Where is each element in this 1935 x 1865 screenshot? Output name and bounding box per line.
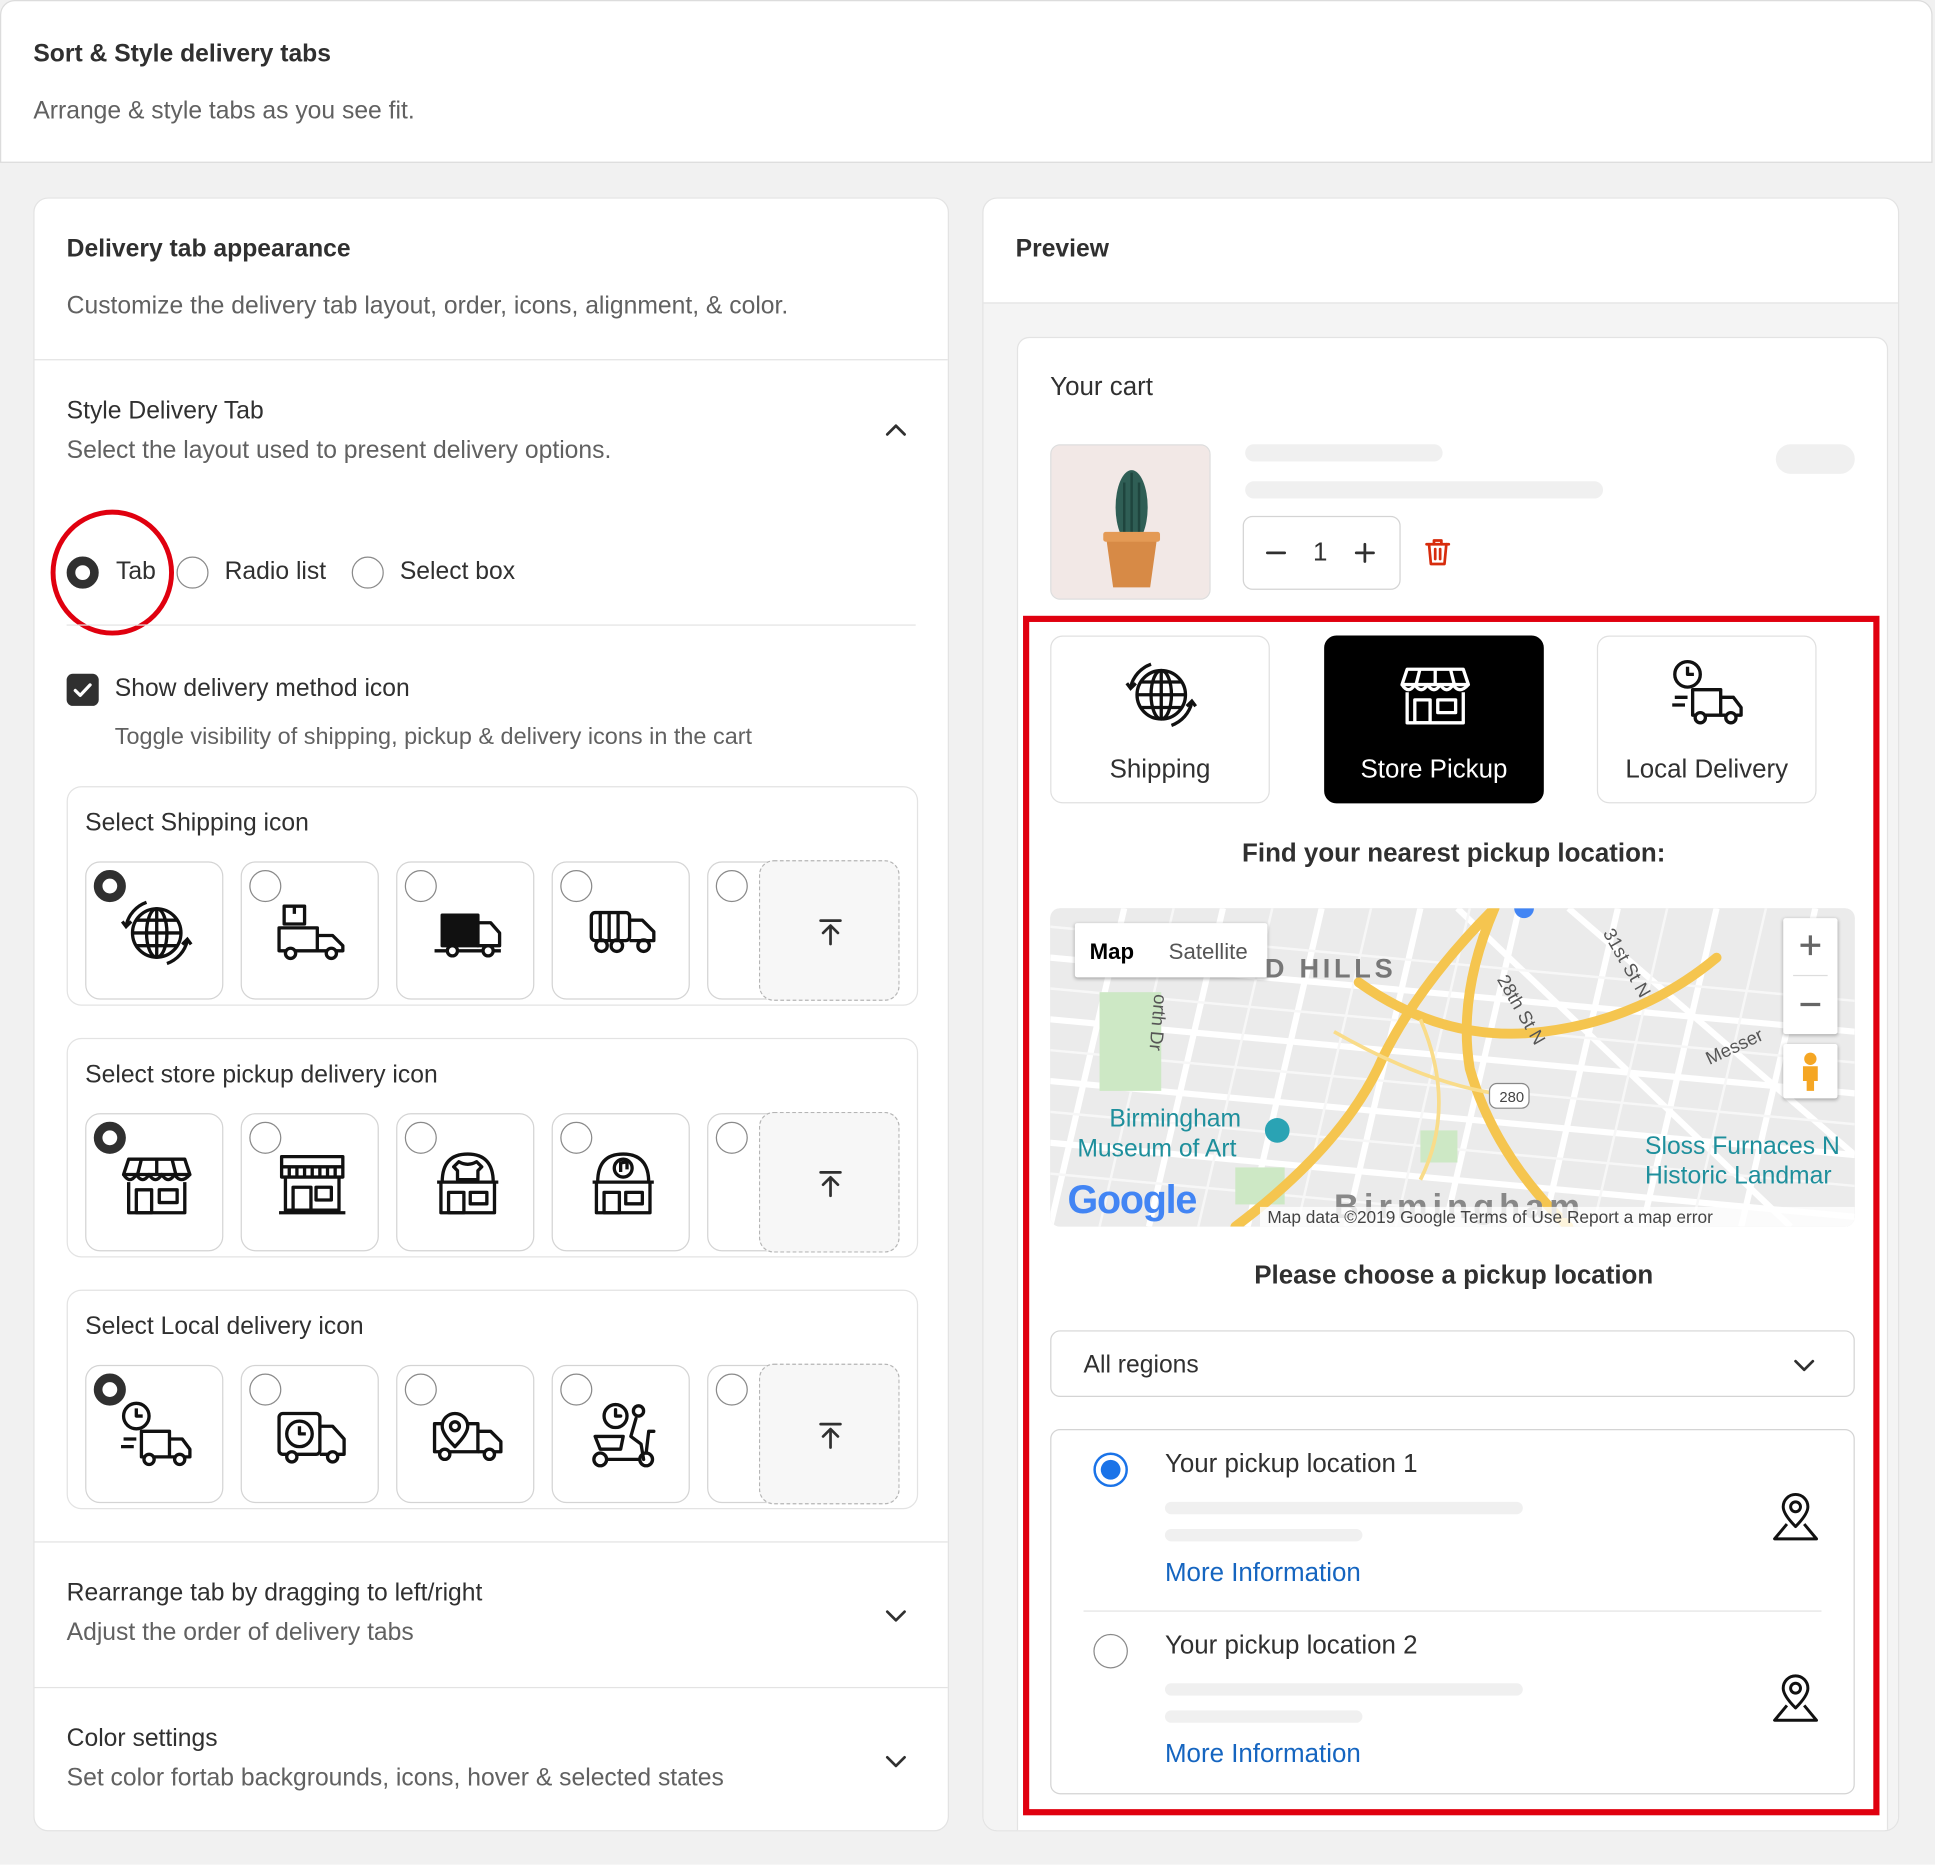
chevron-up-icon[interactable] <box>881 416 911 446</box>
product-title-skeleton <box>1245 444 1443 462</box>
pickup-icon-group-title: Select store pickup delivery icon <box>85 1061 438 1089</box>
market-stall-icon <box>279 1154 346 1215</box>
local-icon-option-1[interactable] <box>85 1364 224 1504</box>
page-header: Sort & Style delivery tabs Arrange & sty… <box>0 0 1933 163</box>
local-icon-option-2[interactable] <box>240 1364 379 1504</box>
local-icon-radio-5[interactable] <box>715 1373 748 1406</box>
local-icon-option-3[interactable] <box>396 1364 535 1504</box>
highlight-rectangle <box>1023 615 1880 1816</box>
shipping-icon-option-1[interactable] <box>85 861 224 1000</box>
clock-van-icon <box>277 1411 346 1464</box>
show-icon-help: Toggle visibility of shipping, pickup & … <box>114 724 753 751</box>
highlight-circle <box>50 509 175 636</box>
layout-option-radio-list[interactable]: Radio list <box>176 555 349 590</box>
upload-icon <box>819 919 842 946</box>
scooter-courier-icon <box>592 1402 656 1468</box>
truck-package-icon <box>277 904 345 961</box>
color-settings-toggle[interactable]: Color settings Set color fortab backgrou… <box>35 1688 948 1831</box>
pickup-icon-option-1[interactable] <box>85 1113 224 1252</box>
layout-option-radio-list-label: Radio list <box>224 557 327 585</box>
delivery-truck-icon <box>434 913 502 958</box>
location-truck-icon <box>432 1411 503 1462</box>
local-delivery-icon-group: Select Local delivery icon <box>66 1289 919 1510</box>
upload-icon <box>819 1422 842 1449</box>
radio-radio-list[interactable] <box>176 556 209 589</box>
divider <box>34 359 948 361</box>
chevron-down-icon[interactable] <box>881 1746 911 1776</box>
color-settings-description: Set color fortab backgrounds, icons, hov… <box>66 1764 724 1792</box>
quantity-value[interactable]: 1 <box>1313 538 1327 568</box>
style-tab-description: Select the layout used to present delive… <box>66 436 612 465</box>
radio-select-box[interactable] <box>351 556 384 589</box>
shipping-icon-group-title: Select Shipping icon <box>85 809 309 837</box>
local-icon-option-4[interactable] <box>551 1364 690 1504</box>
appearance-card: Delivery tab appearance Customize the de… <box>33 197 949 1832</box>
pickup-icon-option-4[interactable] <box>551 1113 690 1252</box>
cart-title: Your cart <box>1050 372 1153 402</box>
storefront-icon <box>121 1157 192 1215</box>
plus-icon[interactable] <box>1350 538 1380 568</box>
product-variant-skeleton <box>1245 481 1604 499</box>
clock-truck-icon <box>121 1401 192 1467</box>
globe-arrows-icon <box>120 900 193 966</box>
color-settings-title: Color settings <box>66 1725 218 1753</box>
shipping-icon-group: Select Shipping icon <box>66 786 919 1006</box>
minus-icon[interactable] <box>1261 538 1291 568</box>
cargo-truck-icon <box>589 910 656 954</box>
page-subtitle: Arrange & style tabs as you see fit. <box>33 97 415 125</box>
show-icon-checkbox[interactable] <box>66 673 99 706</box>
trash-icon[interactable] <box>1422 536 1454 568</box>
rearrange-title: Rearrange tab by dragging to left/right <box>66 1579 483 1607</box>
local-delivery-icon-group-title: Select Local delivery icon <box>85 1313 364 1341</box>
show-icon-label: Show delivery method icon <box>114 675 410 703</box>
settings-page: Sort & Style delivery tabs Arrange & sty… <box>0 0 1935 1865</box>
shipping-icon-option-3[interactable] <box>396 861 535 1000</box>
upload-pickup-icon-button[interactable] <box>758 1111 900 1253</box>
appearance-title: Delivery tab appearance <box>66 235 351 263</box>
page-title: Sort & Style delivery tabs <box>33 40 331 68</box>
pickup-icon-option-3[interactable] <box>396 1113 535 1252</box>
shipping-icon-radio-5[interactable] <box>715 870 748 903</box>
quantity-stepper[interactable]: 1 <box>1242 515 1401 590</box>
pickup-icon-option-2[interactable] <box>240 1113 379 1252</box>
appearance-description: Customize the delivery tab layout, order… <box>66 292 789 320</box>
upload-shipping-icon-button[interactable] <box>758 860 900 1001</box>
preview-title: Preview <box>1015 235 1109 263</box>
clothing-store-icon <box>437 1152 499 1215</box>
layout-option-select-box-label: Select box <box>399 557 516 585</box>
shipping-icon-option-2[interactable] <box>240 861 379 1000</box>
price-skeleton <box>1775 444 1855 474</box>
divider <box>66 624 916 626</box>
layout-option-select-box[interactable]: Select box <box>351 555 549 590</box>
product-image <box>1050 444 1211 600</box>
rearrange-section-toggle[interactable]: Rearrange tab by dragging to left/right … <box>35 1543 948 1687</box>
style-tab-title: Style Delivery Tab <box>66 397 264 425</box>
upload-local-icon-button[interactable] <box>758 1363 900 1505</box>
music-store-icon <box>592 1152 654 1215</box>
upload-icon <box>819 1170 842 1198</box>
pickup-icon-radio-5[interactable] <box>715 1121 748 1154</box>
pickup-icon-group: Select store pickup delivery icon <box>66 1037 919 1258</box>
rearrange-description: Adjust the order of delivery tabs <box>66 1619 414 1647</box>
chevron-down-icon[interactable] <box>881 1601 911 1631</box>
shipping-icon-option-4[interactable] <box>551 861 690 1000</box>
